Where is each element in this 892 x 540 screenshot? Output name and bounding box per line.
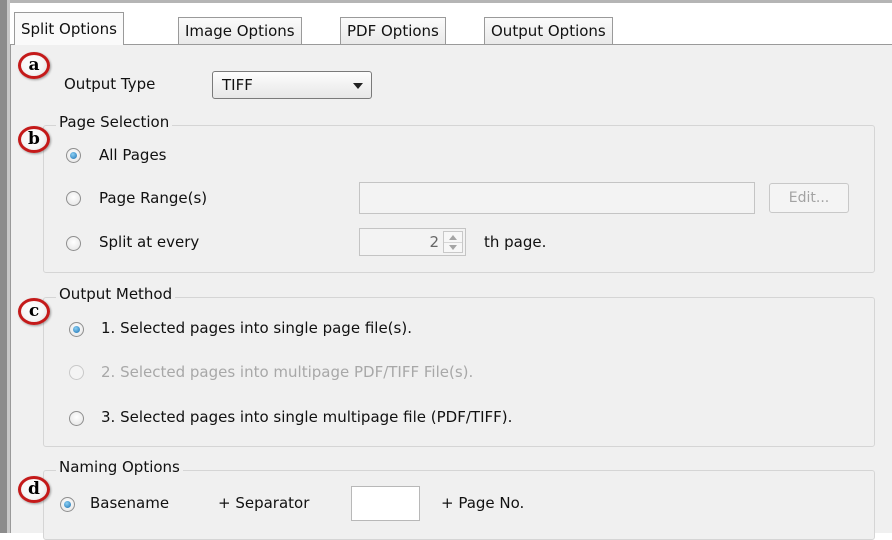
split-every-spinner[interactable]: 2 [359, 228, 466, 256]
split-every-radio[interactable] [66, 236, 81, 251]
output-type-label: Output Type [64, 75, 156, 93]
all-pages-label: All Pages [99, 146, 167, 164]
th-page-label: th page. [484, 233, 547, 251]
page-no-label: + Page No. [441, 494, 525, 512]
page-range-input[interactable] [359, 182, 755, 214]
output-method-option3-label: 3. Selected pages into single multipage … [101, 408, 513, 426]
output-method-option2-radio [69, 365, 84, 380]
separator-input[interactable] [351, 486, 420, 521]
page-range-label: Page Range(s) [99, 189, 208, 207]
split-every-label: Split at every [99, 233, 200, 251]
output-method-option1-label: 1. Selected pages into single page file(… [101, 319, 412, 337]
page-selection-title: Page Selection [56, 113, 173, 131]
edit-button[interactable]: Edit... [769, 183, 849, 213]
tab-output-options[interactable]: Output Options [484, 17, 613, 44]
spinner-divider [444, 242, 462, 243]
output-method-title: Output Method [56, 285, 176, 303]
output-type-select[interactable]: TIFF [212, 71, 372, 99]
tab-image-options[interactable]: Image Options [178, 17, 302, 44]
split-every-value: 2 [429, 233, 439, 251]
output-method-option3-radio[interactable] [69, 411, 84, 426]
spinner-up-icon[interactable] [449, 235, 457, 240]
naming-options-title: Naming Options [56, 458, 183, 476]
output-method-option2-label: 2. Selected pages into multipage PDF/TIF… [101, 363, 474, 381]
basename-radio[interactable] [60, 497, 75, 512]
callout-b: b [18, 126, 50, 153]
window-top-edge [10, 0, 892, 3]
tab-split-options[interactable]: Split Options [14, 12, 124, 45]
spinner-down-icon[interactable] [449, 245, 457, 250]
output-type-value: TIFF [222, 76, 253, 94]
callout-d: d [18, 476, 50, 503]
all-pages-radio[interactable] [66, 148, 81, 163]
page-range-radio[interactable] [66, 191, 81, 206]
separator-label: + Separator [218, 494, 310, 512]
callout-a: a [18, 52, 50, 79]
output-method-option1-radio[interactable] [69, 322, 84, 337]
basename-label: Basename [90, 494, 170, 512]
spinner-buttons[interactable] [443, 231, 463, 253]
window-left-edge [0, 0, 7, 533]
tab-pdf-options[interactable]: PDF Options [340, 17, 446, 44]
chevron-down-icon [353, 83, 363, 89]
callout-c: c [18, 298, 50, 325]
